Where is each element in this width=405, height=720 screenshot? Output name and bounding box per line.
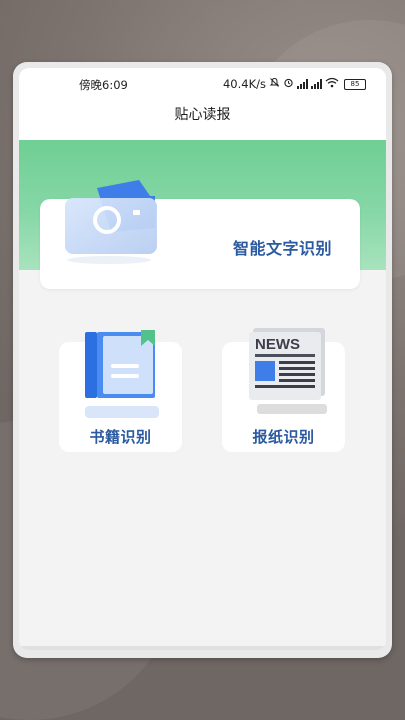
status-bar: 傍晚6:09 40.4K/s 85 — [19, 68, 386, 102]
bell-off-icon — [269, 77, 280, 91]
newspaper-icon-text: NEWS — [255, 336, 300, 353]
page-title: 贴心读报 — [19, 102, 386, 140]
hero-label: 智能文字识别 — [232, 239, 332, 258]
alarm-icon — [283, 77, 294, 91]
camera-icon — [59, 176, 179, 266]
newspaper-icon: NEWS — [239, 324, 339, 424]
hd-signal-icon — [297, 79, 308, 89]
battery-icon: 85 — [344, 78, 366, 90]
book-icon — [77, 326, 167, 426]
app-screen: 傍晚6:09 40.4K/s 85 贴心读报 智能文字识别 书籍识别 报纸识别 … — [19, 68, 386, 650]
book-tile-label: 书籍识别 — [89, 428, 152, 446]
hd-signal-icon — [311, 79, 322, 89]
news-tile-label: 报纸识别 — [252, 428, 315, 446]
bottom-edge — [19, 646, 386, 650]
status-time: 傍晚6:09 — [79, 78, 128, 92]
network-speed: 40.4K/s — [222, 77, 266, 91]
wifi-icon — [325, 77, 339, 91]
status-indicators: 40.4K/s 85 — [223, 77, 366, 91]
